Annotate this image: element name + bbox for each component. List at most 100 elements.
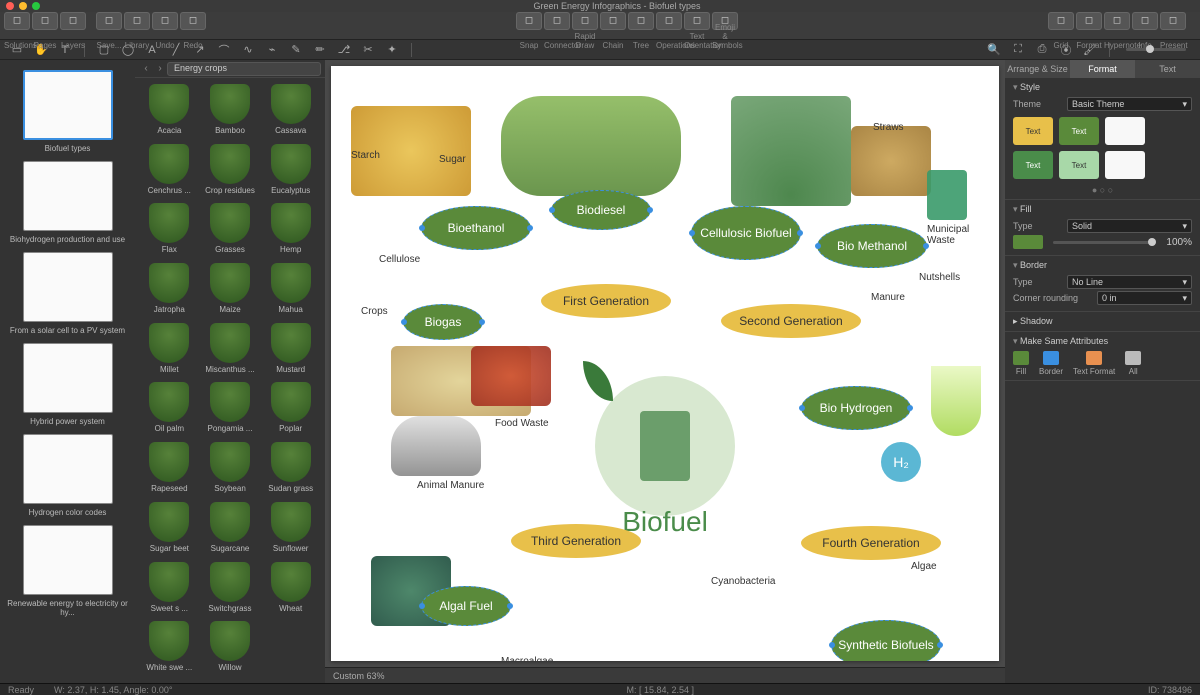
shape-library-item[interactable]: Willow — [202, 621, 259, 677]
tree-btn[interactable]: ◻ — [628, 12, 654, 30]
shape-library-item[interactable]: Sugar beet — [141, 502, 198, 558]
shape-library-item[interactable]: Bamboo — [202, 84, 259, 140]
page-thumbnail[interactable] — [23, 525, 113, 595]
shape-library-item[interactable]: Sugarcane — [202, 502, 259, 558]
shape-library-item[interactable]: Mustard — [262, 323, 319, 379]
page-thumbnail[interactable] — [23, 434, 113, 504]
shape-library-item[interactable]: Wheat — [262, 562, 319, 618]
zoom-window-btn[interactable] — [32, 2, 40, 10]
pencil-tool[interactable]: ✏ — [311, 42, 329, 58]
theme-preset[interactable] — [1105, 117, 1145, 145]
arc-tool[interactable]: ⌒ — [215, 42, 233, 58]
generation-node[interactable]: Third Generation — [511, 524, 641, 558]
fill-color-swatch[interactable] — [1013, 235, 1043, 249]
corner-rounding-input[interactable]: 0 in▾ — [1097, 291, 1192, 305]
operations-btn[interactable]: ◻ — [656, 12, 682, 30]
format-btn[interactable]: ◻ — [1076, 12, 1102, 30]
present-btn[interactable]: ◻ — [1160, 12, 1186, 30]
theme-preset[interactable]: Text — [1013, 117, 1053, 145]
biofuel-node[interactable]: Biodiesel — [551, 190, 651, 230]
hypernote-btn[interactable]: ◻ — [1104, 12, 1130, 30]
shape-library-item[interactable]: Crop residues — [202, 144, 259, 200]
canvas-text-label[interactable]: Cyanobacteria — [711, 576, 775, 587]
redo-btn[interactable]: ◻ — [180, 12, 206, 30]
biofuel-node[interactable]: Bio Hydrogen — [801, 386, 911, 430]
shape-library-item[interactable]: Miscanthus ... — [202, 323, 259, 379]
shape-library-item[interactable]: White swe ... — [141, 621, 198, 677]
zoom-level-dropdown[interactable]: Custom 63% — [333, 671, 385, 681]
shape-library-item[interactable]: Poplar — [262, 382, 319, 438]
canvas-text-label[interactable]: Animal Manure — [417, 480, 484, 491]
canvas-text-label[interactable]: Algae — [911, 561, 937, 572]
bezier-tool[interactable]: ⎇ — [335, 42, 353, 58]
shape-library-item[interactable]: Hemp — [262, 203, 319, 259]
page-thumbnail[interactable] — [23, 252, 113, 322]
canvas-text-label[interactable]: Macroalgae — [501, 656, 553, 661]
fill-opacity-slider[interactable] — [1053, 241, 1156, 244]
pages-btn[interactable]: ◻ — [32, 12, 58, 30]
theme-preset[interactable]: Text — [1013, 151, 1053, 179]
theme-preset[interactable] — [1105, 151, 1145, 179]
foodwaste-illustration[interactable] — [471, 346, 551, 406]
shape-library-item[interactable]: Millet — [141, 323, 198, 379]
shape-library-item[interactable]: Cenchrus ... — [141, 144, 198, 200]
wand-tool[interactable]: ✦ — [383, 42, 401, 58]
style-header[interactable]: Style — [1013, 82, 1192, 93]
grid-btn[interactable]: ◻ — [1048, 12, 1074, 30]
theme-preset[interactable]: Text — [1059, 117, 1099, 145]
shape-library-item[interactable]: Pongamia ... — [202, 382, 259, 438]
make-same-fill[interactable]: Fill — [1013, 351, 1029, 376]
cow-illustration[interactable] — [391, 416, 481, 476]
straws-illustration[interactable] — [851, 126, 931, 196]
biofuel-pump-icon[interactable] — [595, 376, 735, 516]
canvas-text-label[interactable]: Food Waste — [495, 418, 549, 429]
spline-tool[interactable]: ∿ — [239, 42, 257, 58]
shape-library-item[interactable]: Oil palm — [141, 382, 198, 438]
make-same-header[interactable]: Make Same Attributes — [1013, 336, 1192, 347]
shape-library-item[interactable]: Rapeseed — [141, 442, 198, 498]
generation-node[interactable]: Second Generation — [721, 304, 861, 338]
fit-page-btn[interactable]: ⛶ — [1009, 42, 1027, 58]
shape-library-item[interactable]: Sudan grass — [262, 442, 319, 498]
inspector-tab-text[interactable]: Text — [1135, 60, 1200, 78]
generation-node[interactable]: Fourth Generation — [801, 526, 941, 560]
shape-library-item[interactable]: Eucalyptus — [262, 144, 319, 200]
fill-type-dropdown[interactable]: Solid▾ — [1067, 219, 1192, 233]
border-header[interactable]: Border — [1013, 260, 1192, 271]
theme-preset[interactable]: Text — [1059, 151, 1099, 179]
bin-illustration[interactable] — [927, 170, 967, 220]
canvas-text-label[interactable]: Manure — [871, 292, 905, 303]
fill-header[interactable]: Fill — [1013, 204, 1192, 215]
layers-btn[interactable]: ◻ — [60, 12, 86, 30]
flask-illustration[interactable] — [931, 366, 981, 436]
minimize-window-btn[interactable] — [19, 2, 27, 10]
page-thumbnail[interactable] — [23, 70, 113, 140]
snap-btn[interactable]: ◻ — [516, 12, 542, 30]
inspector-tab-arrange-size[interactable]: Arrange & Size — [1005, 60, 1070, 78]
shape-library-item[interactable]: Maize — [202, 263, 259, 319]
tree-illustration[interactable] — [731, 96, 851, 206]
page-thumbnail[interactable] — [23, 161, 113, 231]
rapid-draw-btn[interactable]: ◻ — [572, 12, 598, 30]
scissors-tool[interactable]: ✂ — [359, 42, 377, 58]
canvas-text-label[interactable]: Straws — [873, 122, 904, 133]
shape-library-item[interactable]: Sweet s ... — [141, 562, 198, 618]
save-btn[interactable]: ◻ — [96, 12, 122, 30]
polyline-tool[interactable]: ⌁ — [263, 42, 281, 58]
info-btn[interactable]: ◻ — [1132, 12, 1158, 30]
chain-btn[interactable]: ◻ — [600, 12, 626, 30]
farm-illustration[interactable] — [501, 96, 681, 196]
shape-library-item[interactable]: Flax — [141, 203, 198, 259]
biofuel-node[interactable]: Bio Methanol — [817, 224, 927, 268]
theme-dropdown[interactable]: Basic Theme▾ — [1067, 97, 1192, 111]
border-type-dropdown[interactable]: No Line▾ — [1067, 275, 1192, 289]
canvas-text-label[interactable]: Sugar — [439, 154, 466, 165]
shape-library-item[interactable]: Switchgrass — [202, 562, 259, 618]
biofuel-node[interactable]: Bioethanol — [421, 206, 531, 250]
biofuel-node[interactable]: Cellulosic Biofuel — [691, 206, 801, 260]
close-window-btn[interactable] — [6, 2, 14, 10]
inspector-tab-format[interactable]: Format — [1070, 60, 1135, 78]
library-fwd-btn[interactable]: › — [153, 62, 167, 76]
make-same-text-format[interactable]: Text Format — [1073, 351, 1115, 376]
canvas-text-label[interactable]: Starch — [351, 150, 380, 161]
